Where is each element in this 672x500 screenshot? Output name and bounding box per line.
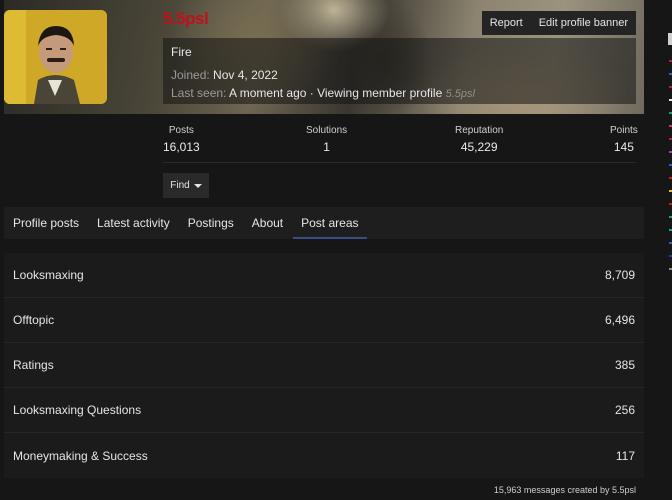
stat-label: Solutions: [306, 125, 348, 136]
avatar-portrait: [4, 10, 107, 104]
profile-tabs: Profile posts Latest activity Postings A…: [4, 207, 644, 239]
post-area-count: 8,709: [604, 268, 635, 282]
last-seen-value[interactable]: A moment ago · Viewing member profile: [229, 86, 442, 100]
tab-post-areas[interactable]: Post areas: [293, 207, 367, 239]
post-area-name[interactable]: Ratings: [13, 358, 54, 372]
list-item[interactable]: Offtopic 6,496: [4, 298, 644, 343]
post-area-name[interactable]: Moneymaking & Success: [13, 449, 148, 463]
stat-solutions[interactable]: Solutions 1: [306, 125, 347, 154]
post-area-count: 256: [614, 403, 635, 417]
user-title: Fire: [171, 45, 192, 59]
post-area-count: 385: [614, 358, 635, 372]
joined-label: Joined:: [171, 68, 210, 82]
list-item[interactable]: Looksmaxing Questions 256: [4, 388, 644, 433]
stat-label: Reputation: [455, 125, 504, 136]
messages-footer: 15,963 messages created by 5.5psl: [493, 485, 636, 495]
tab-latest-activity[interactable]: Latest activity: [97, 207, 170, 239]
post-area-count: 6,496: [604, 313, 635, 327]
stat-label: Posts: [168, 125, 194, 136]
stat-value: 1: [323, 140, 330, 154]
last-seen-user: 5.5psl: [445, 88, 475, 100]
tab-about[interactable]: About: [252, 207, 283, 239]
stats-divider: [163, 162, 636, 163]
report-button[interactable]: Report: [481, 11, 531, 35]
avatar[interactable]: [4, 10, 107, 104]
close-panel-icon[interactable]: [668, 33, 672, 45]
stat-reputation[interactable]: Reputation 45,229: [455, 125, 503, 154]
stat-label: Points: [610, 125, 638, 136]
stat-value: 145: [613, 140, 634, 154]
last-seen-label: Last seen:: [171, 86, 227, 100]
post-area-name[interactable]: Looksmaxing Questions: [13, 403, 141, 417]
stat-value: 45,229: [460, 140, 498, 154]
edit-profile-banner-button[interactable]: Edit profile banner: [530, 11, 636, 35]
last-seen-line: Last seen: A moment ago · Viewing member…: [171, 86, 628, 100]
profile-info-box: Fire Joined: Nov 4, 2022 Last seen: A mo…: [163, 38, 636, 104]
tab-postings[interactable]: Postings: [188, 207, 234, 239]
post-areas-list: Looksmaxing 8,709 Offtopic 6,496 Ratings…: [4, 253, 644, 478]
find-dropdown-button[interactable]: Find: [163, 173, 209, 198]
stat-posts[interactable]: Posts 16,013: [163, 125, 200, 154]
post-area-count: 117: [615, 448, 635, 463]
post-area-name[interactable]: Looksmaxing: [13, 268, 84, 282]
profile-stats: Posts 16,013 Solutions 1 Reputation 45,2…: [163, 125, 638, 161]
post-area-name[interactable]: Offtopic: [13, 313, 54, 327]
caret-down-icon: [193, 183, 202, 188]
stat-points[interactable]: Points 145: [610, 125, 638, 154]
username[interactable]: 5.5psl: [163, 9, 209, 29]
list-item[interactable]: Looksmaxing 8,709: [4, 253, 644, 298]
find-label: Find: [170, 180, 190, 191]
list-item[interactable]: Ratings 385: [4, 343, 644, 388]
banner-actions: Report Edit profile banner: [481, 11, 636, 35]
list-item[interactable]: Moneymaking & Success 117: [4, 433, 644, 478]
tab-profile-posts[interactable]: Profile posts: [13, 207, 79, 239]
joined-date[interactable]: Nov 4, 2022: [213, 68, 278, 82]
stat-value: 16,013: [163, 140, 200, 154]
joined-line: Joined: Nov 4, 2022: [171, 68, 628, 82]
